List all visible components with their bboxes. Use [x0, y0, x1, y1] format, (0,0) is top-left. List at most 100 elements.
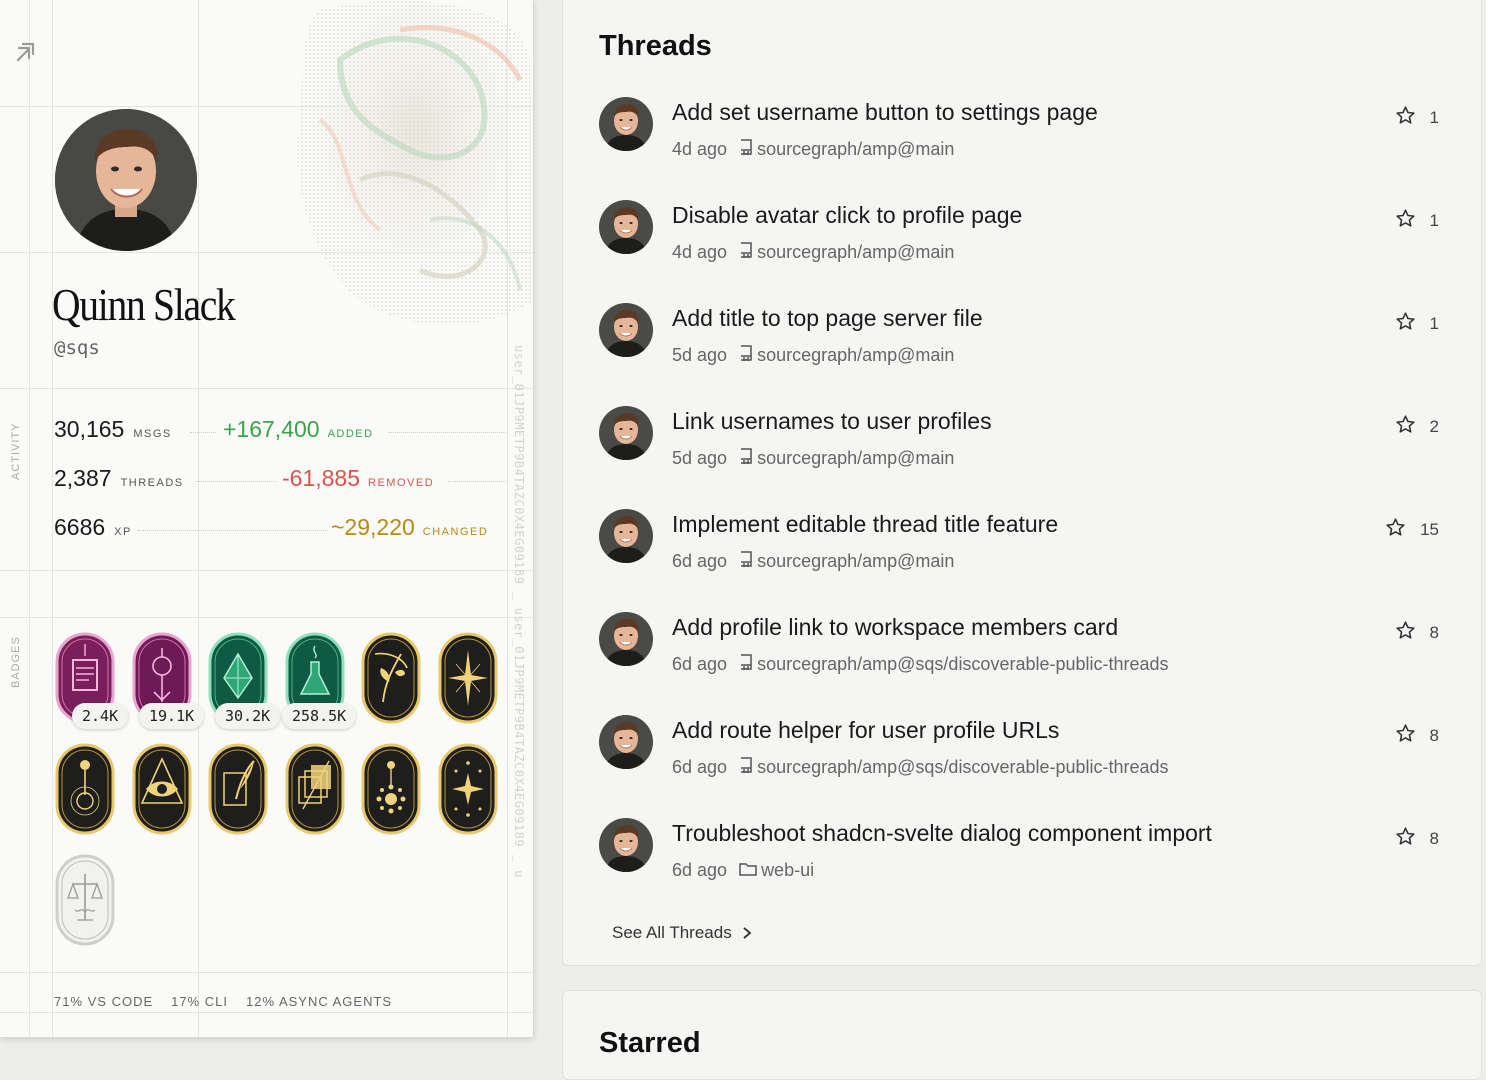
- plant-badge-icon[interactable]: [361, 632, 421, 724]
- star-count: 15: [1420, 520, 1439, 539]
- grid-line: [52, 0, 53, 1037]
- thread-row[interactable]: Add route helper for user profile URLs 6d…: [599, 715, 1439, 795]
- thread-author-avatar[interactable]: [599, 612, 653, 666]
- stat-changed: ~29,220 CHANGED: [331, 514, 488, 541]
- see-all-label: See All Threads: [612, 923, 732, 942]
- delta-unit: REMOVED: [368, 477, 435, 489]
- stat-value: 30,165: [54, 416, 125, 442]
- thread-author-avatar[interactable]: [599, 818, 653, 872]
- thread-row[interactable]: Disable avatar click to profile page 4d a…: [599, 200, 1439, 280]
- usage-vscode: 71% VS CODE: [54, 994, 154, 1009]
- stat-msgs: 30,165 MSGS: [54, 416, 172, 446]
- see-all-threads-link[interactable]: See All Threads: [612, 923, 752, 943]
- star-button[interactable]: 8: [1395, 723, 1439, 749]
- star-count: 1: [1429, 314, 1439, 333]
- stat-threads: 2,387 THREADS: [54, 465, 184, 495]
- repo-icon: [739, 448, 753, 469]
- star-button[interactable]: 2: [1395, 414, 1439, 440]
- thread-location[interactable]: sourcegraph/amp@main: [757, 139, 954, 160]
- thread-row[interactable]: Add set username button to settings page…: [599, 97, 1439, 177]
- badges-section-label: BADGES: [10, 636, 22, 688]
- thread-row[interactable]: Link usernames to user profiles 5d ago sou…: [599, 406, 1439, 486]
- thread-author-avatar[interactable]: [599, 715, 653, 769]
- thread-location[interactable]: web-ui: [761, 860, 814, 881]
- thread-author-avatar[interactable]: [599, 406, 653, 460]
- usage-async-agents: 12% ASYNC AGENTS: [246, 994, 393, 1009]
- badge-count: 2.4K: [72, 703, 129, 729]
- star-icon: [1395, 208, 1416, 234]
- thread-title[interactable]: Add title to top page server file: [672, 305, 983, 332]
- moon-badge-icon[interactable]: [438, 743, 498, 835]
- user-id-watermark: user_01JP9METP9B4TAZC0X4EG09189 _ user_0…: [512, 345, 526, 878]
- delta-value: -61,885: [282, 465, 361, 491]
- stat-leader: [448, 481, 506, 482]
- delta-unit: CHANGED: [422, 526, 489, 538]
- thread-location[interactable]: sourcegraph/amp@main: [757, 345, 954, 366]
- grid-line: [0, 1012, 533, 1013]
- thread-location[interactable]: sourcegraph/amp@main: [757, 242, 954, 263]
- star-button[interactable]: 8: [1395, 826, 1439, 852]
- thread-row[interactable]: Troubleshoot shadcn-svelte dialog compon…: [599, 818, 1439, 898]
- thread-author-avatar[interactable]: [599, 97, 653, 151]
- thread-location[interactable]: sourcegraph/amp@main: [757, 448, 954, 469]
- threads-heading: Threads: [599, 30, 712, 62]
- eye-badge-icon[interactable]: [132, 743, 192, 835]
- stat-leader: [190, 432, 216, 433]
- client-usage: 71% VS CODE 17% CLI 12% ASYNC AGENTS: [54, 994, 392, 1009]
- thread-location[interactable]: sourcegraph/amp@sqs/discoverable-public-…: [757, 654, 1168, 675]
- thread-title[interactable]: Add route helper for user profile URLs: [672, 717, 1059, 744]
- layers-badge-icon[interactable]: [285, 743, 345, 835]
- star-icon: [1395, 723, 1416, 749]
- thread-row[interactable]: Add profile link to workspace members ca…: [599, 612, 1439, 692]
- stat-xp: 6686 XP: [54, 514, 132, 544]
- star-count: 1: [1429, 108, 1439, 127]
- star-count: 2: [1429, 417, 1439, 436]
- thread-author-avatar[interactable]: [599, 509, 653, 563]
- grid-line: [0, 972, 533, 973]
- thread-title[interactable]: Implement editable thread title feature: [672, 511, 1058, 538]
- stat-removed: -61,885 REMOVED: [282, 465, 434, 492]
- repo-icon: [739, 139, 753, 160]
- sun-badge-icon[interactable]: [361, 743, 421, 835]
- stat-value: 2,387: [54, 465, 112, 491]
- usage-cli: 17% CLI: [171, 994, 229, 1009]
- thread-author-avatar[interactable]: [599, 303, 653, 357]
- badge-count: 258.5K: [282, 703, 357, 729]
- star-count: 8: [1429, 726, 1439, 745]
- thread-title[interactable]: Add profile link to workspace members ca…: [672, 614, 1118, 641]
- star-button[interactable]: 15: [1385, 517, 1439, 543]
- star-button[interactable]: 1: [1395, 105, 1439, 131]
- badge-count: 30.2K: [215, 703, 281, 729]
- thread-meta: 6d ago sourcegraph/amp@sqs/discoverable-p…: [672, 654, 1169, 675]
- thread-row[interactable]: Add title to top page server file 5d ago s…: [599, 303, 1439, 383]
- star-button[interactable]: 1: [1395, 208, 1439, 234]
- grid-line: [0, 617, 533, 618]
- amp-logo-icon[interactable]: [14, 40, 40, 66]
- profile-handle: @sqs: [54, 337, 100, 359]
- repo-icon: [739, 242, 753, 263]
- starred-heading: Starred: [599, 1027, 701, 1059]
- star-count: 8: [1429, 829, 1439, 848]
- pendulum-badge-icon[interactable]: [55, 743, 115, 835]
- thread-location[interactable]: sourcegraph/amp@main: [757, 551, 954, 572]
- star-button[interactable]: 8: [1395, 620, 1439, 646]
- star-button[interactable]: 1: [1395, 311, 1439, 337]
- star-count: 8: [1429, 623, 1439, 642]
- thread-author-avatar[interactable]: [599, 200, 653, 254]
- delta-unit: ADDED: [327, 428, 374, 440]
- thread-row[interactable]: Implement editable thread title feature 6…: [599, 509, 1439, 589]
- thread-age: 5d ago: [672, 345, 728, 365]
- star-icon: [1395, 620, 1416, 646]
- thread-title[interactable]: Link usernames to user profiles: [672, 408, 992, 435]
- thread-age: 6d ago: [672, 757, 728, 777]
- grid-line: [0, 570, 533, 571]
- thread-meta: 5d ago sourcegraph/amp@main: [672, 448, 954, 469]
- thread-title[interactable]: Disable avatar click to profile page: [672, 202, 1022, 229]
- stat-unit: THREADS: [120, 477, 184, 489]
- scales-badge-icon[interactable]: [55, 854, 115, 946]
- thread-location[interactable]: sourcegraph/amp@sqs/discoverable-public-…: [757, 757, 1168, 778]
- thread-title[interactable]: Add set username button to settings page: [672, 99, 1098, 126]
- quill-badge-icon[interactable]: [208, 743, 268, 835]
- thread-title[interactable]: Troubleshoot shadcn-svelte dialog compon…: [672, 820, 1212, 847]
- star-badge-icon[interactable]: [438, 632, 498, 724]
